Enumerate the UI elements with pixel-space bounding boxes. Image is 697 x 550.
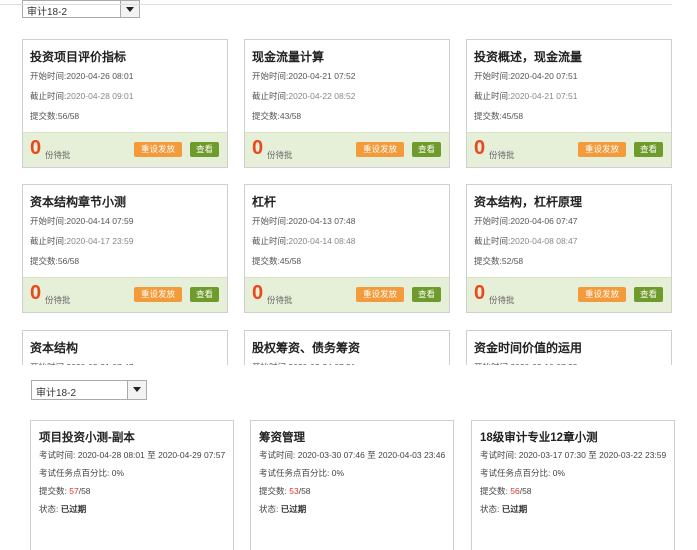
end-time: 截止时间:2020-04-14 08:48 [252,236,356,246]
end-time: 截止时间:2020-04-22 08:52 [252,91,356,101]
exam-percent: 考试任务点百分比: 0% [480,468,566,478]
exam-title[interactable]: 18级审计专业12章小测 [480,429,598,445]
pending-label: 份待批 [489,150,515,160]
assignment-card: 杠杆 开始时间:2020-04-13 07:48 截止时间:2020-04-14… [244,184,450,313]
exam-percent: 考试任务点百分比: 0% [259,468,345,478]
exam-panel: 审计18-2 × 项目投资小测-副本 考试时间: 2020-04-28 08:0… [5,365,690,550]
assignment-card: 资本结构章节小测 开始时间:2020-04-14 07:59 截止时间:2020… [22,184,228,313]
reset-button[interactable]: 重设发放 [356,287,404,302]
exam-class-select[interactable]: 审计18-2 [31,380,147,400]
exam-card: 筹资管理 考试时间: 2020-03-30 07:46 至 2020-04-03… [250,420,454,550]
pending-count: 0 [252,137,264,159]
assignment-card: 现金流量计算 开始时间:2020-04-21 07:52 截止时间:2020-0… [244,39,450,168]
pending-count: 0 [474,137,486,159]
start-time: 开始时间:2020-04-13 07:48 [252,216,356,226]
start-time: 开始时间:2020-04-20 07:51 [474,71,578,81]
submit-count: 提交数:43/58 [252,111,302,121]
view-button[interactable]: 查看 [190,142,219,157]
exam-title[interactable]: 筹资管理 [259,429,305,445]
card-title[interactable]: 杠杆 [252,193,276,210]
submit-count: 提交数:52/58 [474,256,524,266]
view-button[interactable]: 查看 [190,287,219,302]
pending-label: 份待批 [267,295,293,305]
view-button[interactable]: 查看 [412,287,441,302]
end-time: 截止时间:2020-04-17 23:59 [30,236,134,246]
exam-card: 项目投资小测-副本 考试时间: 2020-04-28 08:01 至 2020-… [30,420,234,550]
assignment-card: 投资概述，现金流量 开始时间:2020-04-20 07:51 截止时间:202… [466,39,672,168]
pending-count: 0 [252,282,264,304]
exam-submit: 提交数: 53/58 [259,486,311,496]
card-footer: 0 份待批 重设发放 查看 [23,132,227,167]
divider [0,4,672,5]
card-title[interactable]: 资本结构 [30,339,78,356]
exam-time: 考试时间: 2020-04-28 08:01 至 2020-04-29 07:5… [39,450,226,460]
submit-count: 提交数:45/58 [252,256,302,266]
card-title[interactable]: 投资项目评价指标 [30,48,126,65]
class-select[interactable]: 审计18-2 [22,0,140,18]
exam-title[interactable]: 项目投资小测-副本 [39,429,135,445]
view-button[interactable]: 查看 [412,142,441,157]
start-time: 开始时间:2020-04-14 07:59 [30,216,134,226]
card-title[interactable]: 现金流量计算 [252,48,324,65]
pending-count: 0 [30,282,42,304]
card-title[interactable]: 投资概述，现金流量 [474,48,582,65]
exam-status: 状态: 已过期 [480,504,528,514]
submit-count: 提交数:56/58 [30,256,80,266]
card-title[interactable]: 资金时间价值的运用 [474,339,582,356]
class-select-value: 审计18-2 [27,7,68,18]
reset-button[interactable]: 重设发放 [134,142,182,157]
start-time: 开始时间:2020-04-06 07:47 [474,216,578,226]
pending-count: 0 [474,282,486,304]
exam-percent: 考试任务点百分比: 0% [39,468,125,478]
pending-label: 份待批 [45,150,71,160]
pending-count: 0 [30,137,42,159]
assignment-card: 投资项目评价指标 开始时间:2020-04-26 08:01 截止时间:2020… [22,39,228,168]
reset-button[interactable]: 重设发放 [134,287,182,302]
submit-count: 提交数:56/58 [30,111,80,121]
exam-status: 状态: 已过期 [259,504,307,514]
card-title[interactable]: 资本结构章节小测 [30,193,126,210]
pending-label: 份待批 [45,295,71,305]
card-footer: 0 份待批 重设发放 查看 [467,277,671,312]
card-footer: 0 份待批 重设发放 查看 [245,132,449,167]
exam-status: 状态: 已过期 [39,504,87,514]
exam-time: 考试时间: 2020-03-17 07:30 至 2020-03-22 23:5… [480,450,667,460]
reset-button[interactable]: 重设发放 [578,287,626,302]
exam-submit: 提交数: 56/58 [480,486,532,496]
chevron-down-icon[interactable] [127,381,146,399]
pending-label: 份待批 [489,295,515,305]
reset-button[interactable]: 重设发放 [356,142,404,157]
start-time: 开始时间:2020-04-21 07:52 [252,71,356,81]
assignment-card: 资本结构，杠杆原理 开始时间:2020-04-06 07:47 截止时间:202… [466,184,672,313]
end-time: 截止时间:2020-04-21 07:51 [474,91,578,101]
pending-label: 份待批 [267,150,293,160]
card-footer: 0 份待批 重设发放 查看 [467,132,671,167]
exam-class-select-value: 审计18-2 [36,388,77,399]
card-footer: 0 份待批 重设发放 查看 [23,277,227,312]
view-button[interactable]: 查看 [634,287,663,302]
exam-card: 18级审计专业12章小测 考试时间: 2020-03-17 07:30 至 20… [471,420,675,550]
exam-time: 考试时间: 2020-03-30 07:46 至 2020-04-03 23:4… [259,450,446,460]
end-time: 截止时间:2020-04-28 09:01 [30,91,134,101]
end-time: 截止时间:2020-04-08 08:47 [474,236,578,246]
card-footer: 0 份待批 重设发放 查看 [245,277,449,312]
submit-count: 提交数:45/58 [474,111,524,121]
exam-submit: 提交数: 57/58 [39,486,91,496]
card-title[interactable]: 资本结构，杠杆原理 [474,193,582,210]
view-button[interactable]: 查看 [634,142,663,157]
card-title[interactable]: 股权筹资、债务筹资 [252,339,360,356]
start-time: 开始时间:2020-04-26 08:01 [30,71,134,81]
reset-button[interactable]: 重设发放 [578,142,626,157]
